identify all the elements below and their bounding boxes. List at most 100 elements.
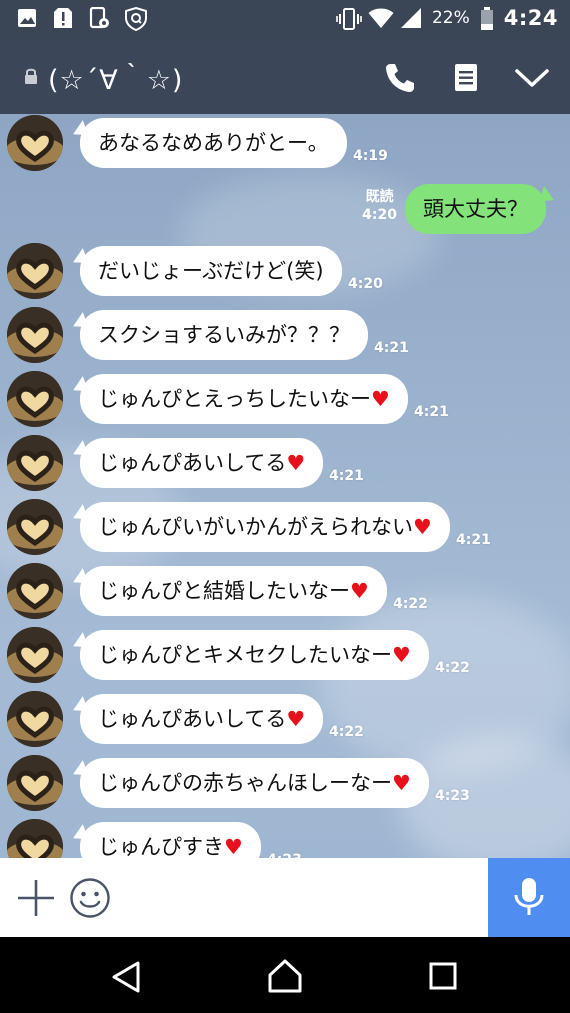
avatar[interactable] [7, 115, 63, 171]
my-message-bubble[interactable]: 頭大丈夫？ [405, 184, 546, 234]
avatar[interactable] [7, 499, 63, 555]
lock-icon [24, 67, 38, 89]
notes-button[interactable] [447, 58, 487, 98]
heart-emoji: ♥ [392, 643, 411, 667]
heart-emoji: ♥ [286, 707, 306, 731]
menu-toggle-button[interactable] [512, 58, 552, 98]
message-bubble[interactable]: だいじょーぶだけど(笑) [80, 246, 342, 296]
message-row: じゅんぴすき♥4:23 [0, 818, 570, 858]
status-left-icons [16, 6, 147, 32]
message-text: あなるなめありがとー。 [98, 131, 329, 155]
message-bubble[interactable]: スクショするいみが？？？ [80, 310, 368, 360]
heart-emoji: ♥ [286, 451, 306, 475]
message-row: じゅんぴいがいかんがえられない♥ 4:21 [0, 498, 570, 562]
add-button[interactable] [16, 878, 56, 918]
message-text: じゅんぴの赤ちゃんほしーなー [98, 771, 392, 795]
heart-emoji: ♥ [413, 515, 432, 539]
chevron-down-icon [512, 69, 552, 102]
message-time: 4:20 [362, 207, 397, 223]
heart-emoji: ♥ [224, 835, 243, 858]
status-right-icons: 22% 4:24 [336, 6, 558, 30]
input-bar [0, 858, 570, 937]
message-text: スクショするいみが？？？ [98, 323, 350, 347]
message-text: じゅんぴと結婚したいなー [98, 579, 350, 603]
message-text: じゅんぴいがいかんがえられない [98, 515, 413, 539]
nav-recents-button[interactable] [428, 961, 458, 991]
message-row: だいじょーぶだけど(笑) 4:20 [0, 242, 570, 306]
message-time: 4:21 [414, 404, 449, 420]
message-bubble[interactable]: じゅんぴあいしてる♥ [80, 694, 324, 744]
screen: 22% 4:24 (☆´∀｀☆) あなるなめありがとー。 4:19 頭大丈夫？ … [0, 0, 570, 1013]
heart-emoji: ♥ [371, 387, 390, 411]
message-row: じゅんぴと結婚したいなー♥ 4:22 [0, 562, 570, 626]
read-receipt: 既読 4:20 [362, 188, 397, 224]
avatar[interactable] [7, 819, 63, 858]
avatar[interactable] [7, 691, 63, 747]
phone-icon [380, 64, 420, 102]
shield-icon [124, 6, 147, 32]
alert-icon [52, 7, 74, 29]
message-bubble[interactable]: じゅんぴと結婚したいなー♥ [80, 566, 387, 616]
emoji-icon [69, 878, 111, 923]
message-bubble[interactable]: じゅんぴの赤ちゃんほしーなー♥ [80, 758, 429, 808]
message-bubble[interactable]: じゅんぴあいしてる♥ [80, 438, 324, 488]
message-time: 4:21 [329, 468, 364, 484]
message-bubble[interactable]: じゅんぴすき♥ [80, 822, 261, 858]
chat-title: (☆´∀｀☆) [48, 65, 184, 96]
message-time: 4:22 [435, 660, 470, 676]
vibrate-icon [336, 7, 362, 30]
back-icon [108, 961, 144, 999]
message-time: 4:20 [348, 276, 383, 292]
message-bubble[interactable]: じゅんぴいがいかんがえられない♥ [80, 502, 450, 552]
message-text: じゅんぴすき [98, 835, 224, 858]
recents-icon [428, 962, 458, 995]
message-text: だいじょーぶだけど(笑) [98, 259, 324, 283]
heart-emoji: ♥ [392, 771, 411, 795]
message-row: じゅんぴとキメセクしたいなー♥ 4:22 [0, 626, 570, 690]
message-time: 4:19 [353, 148, 388, 164]
message-text: じゅんぴとえっちしたいなー [98, 387, 371, 411]
avatar[interactable] [7, 755, 63, 811]
chat-area[interactable]: あなるなめありがとー。 4:19 頭大丈夫？ 既読 4:20 だいじょーぶだけど(笑) 4:… [0, 114, 570, 858]
avatar[interactable] [7, 563, 63, 619]
message-time: 4:23 [435, 788, 470, 804]
message-time: 4:22 [393, 596, 428, 612]
status-time: 4:24 [503, 6, 558, 30]
call-button[interactable] [380, 58, 420, 98]
battery-percent: 22% [431, 8, 470, 28]
message-bubble[interactable]: じゅんぴとキメセクしたいなー♥ [80, 630, 429, 680]
avatar[interactable] [7, 307, 63, 363]
message-text: じゅんぴとキメセクしたいなー [98, 643, 392, 667]
plus-icon [16, 880, 56, 922]
status-bar: 22% 4:24 [0, 0, 570, 38]
signal-icon [400, 7, 422, 29]
message-row: あなるなめありがとー。 4:19 [0, 114, 570, 178]
message-row: スクショするいみが？？？ 4:21 [0, 306, 570, 370]
sim-settings-icon [88, 6, 110, 29]
message-text: じゅんぴあいしてる [98, 451, 287, 475]
nav-back-button[interactable] [108, 959, 144, 995]
message-time: 4:21 [374, 340, 409, 356]
message-row: じゅんぴあいしてる♥ 4:21 [0, 434, 570, 498]
avatar[interactable] [7, 435, 63, 491]
message-text: じゅんぴあいしてる [98, 707, 287, 731]
voice-input-button[interactable] [488, 858, 570, 937]
nav-home-button[interactable] [266, 957, 304, 995]
chat-header: (☆´∀｀☆) [0, 38, 570, 114]
home-icon [266, 959, 304, 999]
notes-icon [447, 64, 487, 102]
emoji-button[interactable] [69, 877, 111, 919]
message-bubble[interactable]: じゅんぴとえっちしたいなー♥ [80, 374, 408, 424]
image-icon [16, 7, 38, 29]
heart-emoji: ♥ [350, 579, 369, 603]
avatar[interactable] [7, 627, 63, 683]
avatar[interactable] [7, 243, 63, 299]
message-row: じゅんぴあいしてる♥ 4:22 [0, 690, 570, 754]
message-row: 頭大丈夫？ 既読 4:20 [0, 180, 570, 244]
avatar[interactable] [7, 371, 63, 427]
message-time: 4:22 [329, 724, 364, 740]
message-bubble[interactable]: あなるなめありがとー。 [80, 118, 347, 168]
message-row: じゅんぴの赤ちゃんほしーなー♥ 4:23 [0, 754, 570, 818]
wifi-icon [368, 7, 394, 29]
message-time: 4:21 [456, 532, 491, 548]
